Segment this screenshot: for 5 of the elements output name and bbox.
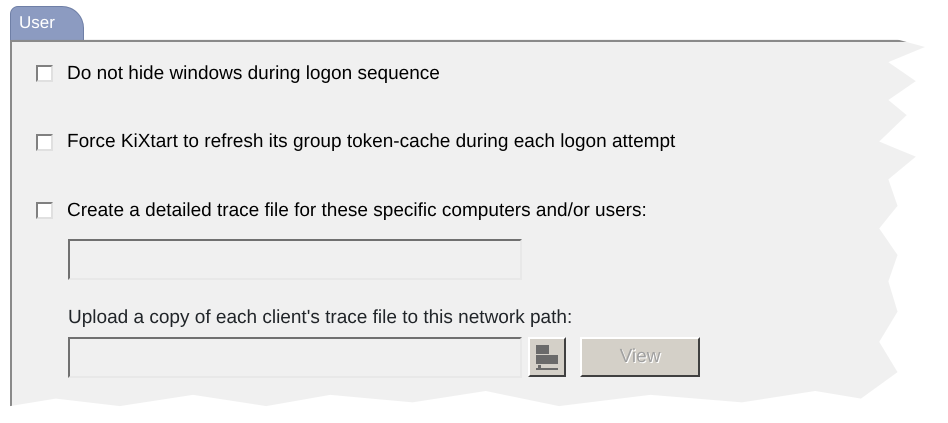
tab[interactable]: User — [10, 6, 84, 40]
field-label: Upload a copy of each client's trace file to this network path: — [68, 306, 572, 330]
checkbox-label: Create a detailed trace file for these specific computers and/or users: — [67, 198, 647, 222]
checkbox-label: Do not hide windows during logon sequence — [67, 62, 440, 86]
checkbox-label: Force KiXtart to refresh its group token-cache during each logon attempt — [67, 130, 676, 154]
